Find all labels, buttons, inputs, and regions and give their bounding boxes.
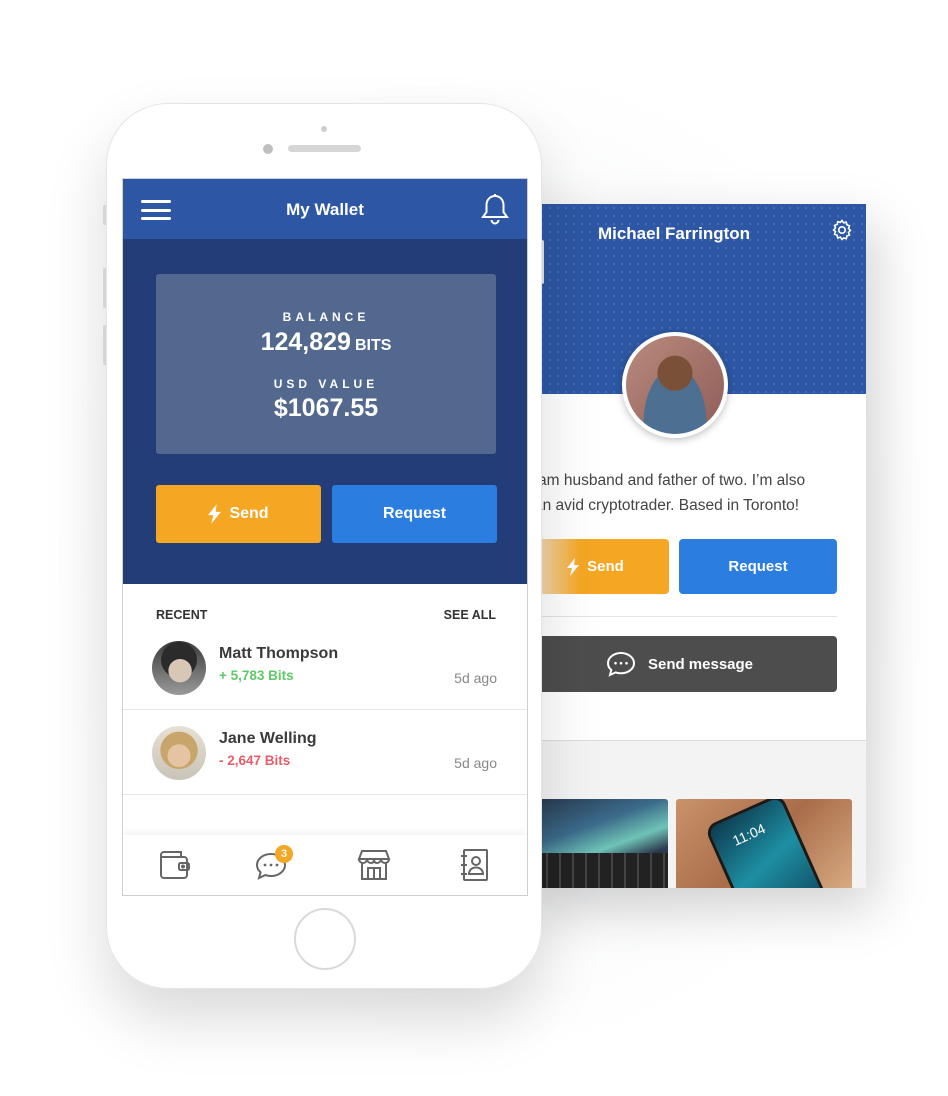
product-phone-image[interactable]: 11:04 (676, 799, 852, 888)
avatar (152, 726, 206, 780)
request-label: Request (728, 558, 788, 575)
phone-camera (263, 144, 273, 154)
send-message-label: Send message (647, 655, 754, 673)
profile-bio: am husband and father of two. I’m also a… (522, 468, 852, 518)
request-label: Request (382, 505, 447, 522)
phone-time: 11:04 (730, 820, 768, 849)
notification-badge: 3 (275, 845, 293, 863)
bell-icon[interactable] (480, 193, 510, 225)
profile-send-button[interactable]: Send (522, 539, 669, 594)
tab-bar: 3 (123, 835, 527, 895)
transaction-row[interactable]: Matt Thompson + 5,783 Bits 5d ago (123, 625, 527, 710)
phone-speaker (288, 145, 361, 152)
see-all-link[interactable]: SEE ALL (444, 608, 496, 622)
profile-name: Michael Farrington (597, 224, 751, 243)
profile-avatar[interactable] (622, 332, 728, 438)
product-laptop-image[interactable] (522, 799, 668, 888)
recent-label: RECENT (156, 608, 208, 622)
bio-line: am husband and father of two. I’m also (538, 472, 806, 489)
send-label: Send (229, 505, 269, 522)
lightning-icon (567, 557, 580, 576)
profile-screen: Michael Farrington am husband and father… (522, 204, 866, 888)
bio-line: an avid cryptotrader. Based in Toronto! (534, 497, 800, 514)
transaction-name: Jane Welling (219, 730, 317, 747)
store-icon[interactable] (356, 847, 392, 883)
balance-label: BALANCE (282, 310, 370, 324)
wallet-summary: BALANCE 124,829 BITS USD VALUE $1067.55 S… (123, 239, 527, 584)
recent-header: RECENT SEE ALL (156, 608, 496, 622)
contacts-icon[interactable] (457, 847, 493, 883)
gear-icon[interactable] (830, 218, 854, 242)
divider (540, 616, 837, 617)
balance-card: BALANCE 124,829 BITS USD VALUE $1067.55 (156, 274, 496, 454)
wallet-screen: My Wallet BALANCE 124,829 BITS USD VALUE … (122, 178, 528, 896)
laptop-keyboard (522, 853, 668, 888)
balance-value-row: 124,829 BITS (156, 328, 496, 357)
wallet-icon[interactable] (157, 847, 193, 883)
transaction-time: 5d ago (454, 670, 497, 686)
home-button[interactable] (294, 908, 356, 970)
chat-bubble-icon (606, 651, 635, 677)
balance-unit: BITS (354, 337, 392, 354)
balance-value: 124,829 (260, 328, 351, 356)
transaction-amount: + 5,783 Bits (219, 668, 294, 683)
top-bar: My Wallet (123, 179, 527, 239)
usd-label: USD VALUE (273, 377, 379, 391)
send-button[interactable]: Send (156, 485, 321, 543)
phone-image: 11:04 (704, 799, 828, 888)
phone-sensor (321, 126, 327, 132)
transaction-time: 5d ago (454, 755, 497, 771)
page-title: My Wallet (286, 200, 364, 219)
transaction-row[interactable]: Jane Welling - 2,647 Bits 5d ago (123, 710, 527, 795)
transaction-name: Matt Thompson (219, 645, 339, 662)
send-label: Send (587, 558, 624, 575)
transaction-amount: - 2,647 Bits (219, 753, 291, 768)
avatar (152, 641, 206, 695)
send-message-button[interactable]: Send message (522, 636, 837, 692)
usd-value: $1067.55 (273, 394, 379, 422)
request-button[interactable]: Request (332, 485, 497, 543)
products-section: cts 11:04 (522, 740, 866, 888)
lightning-icon (208, 504, 222, 524)
profile-request-button[interactable]: Request (679, 539, 837, 594)
